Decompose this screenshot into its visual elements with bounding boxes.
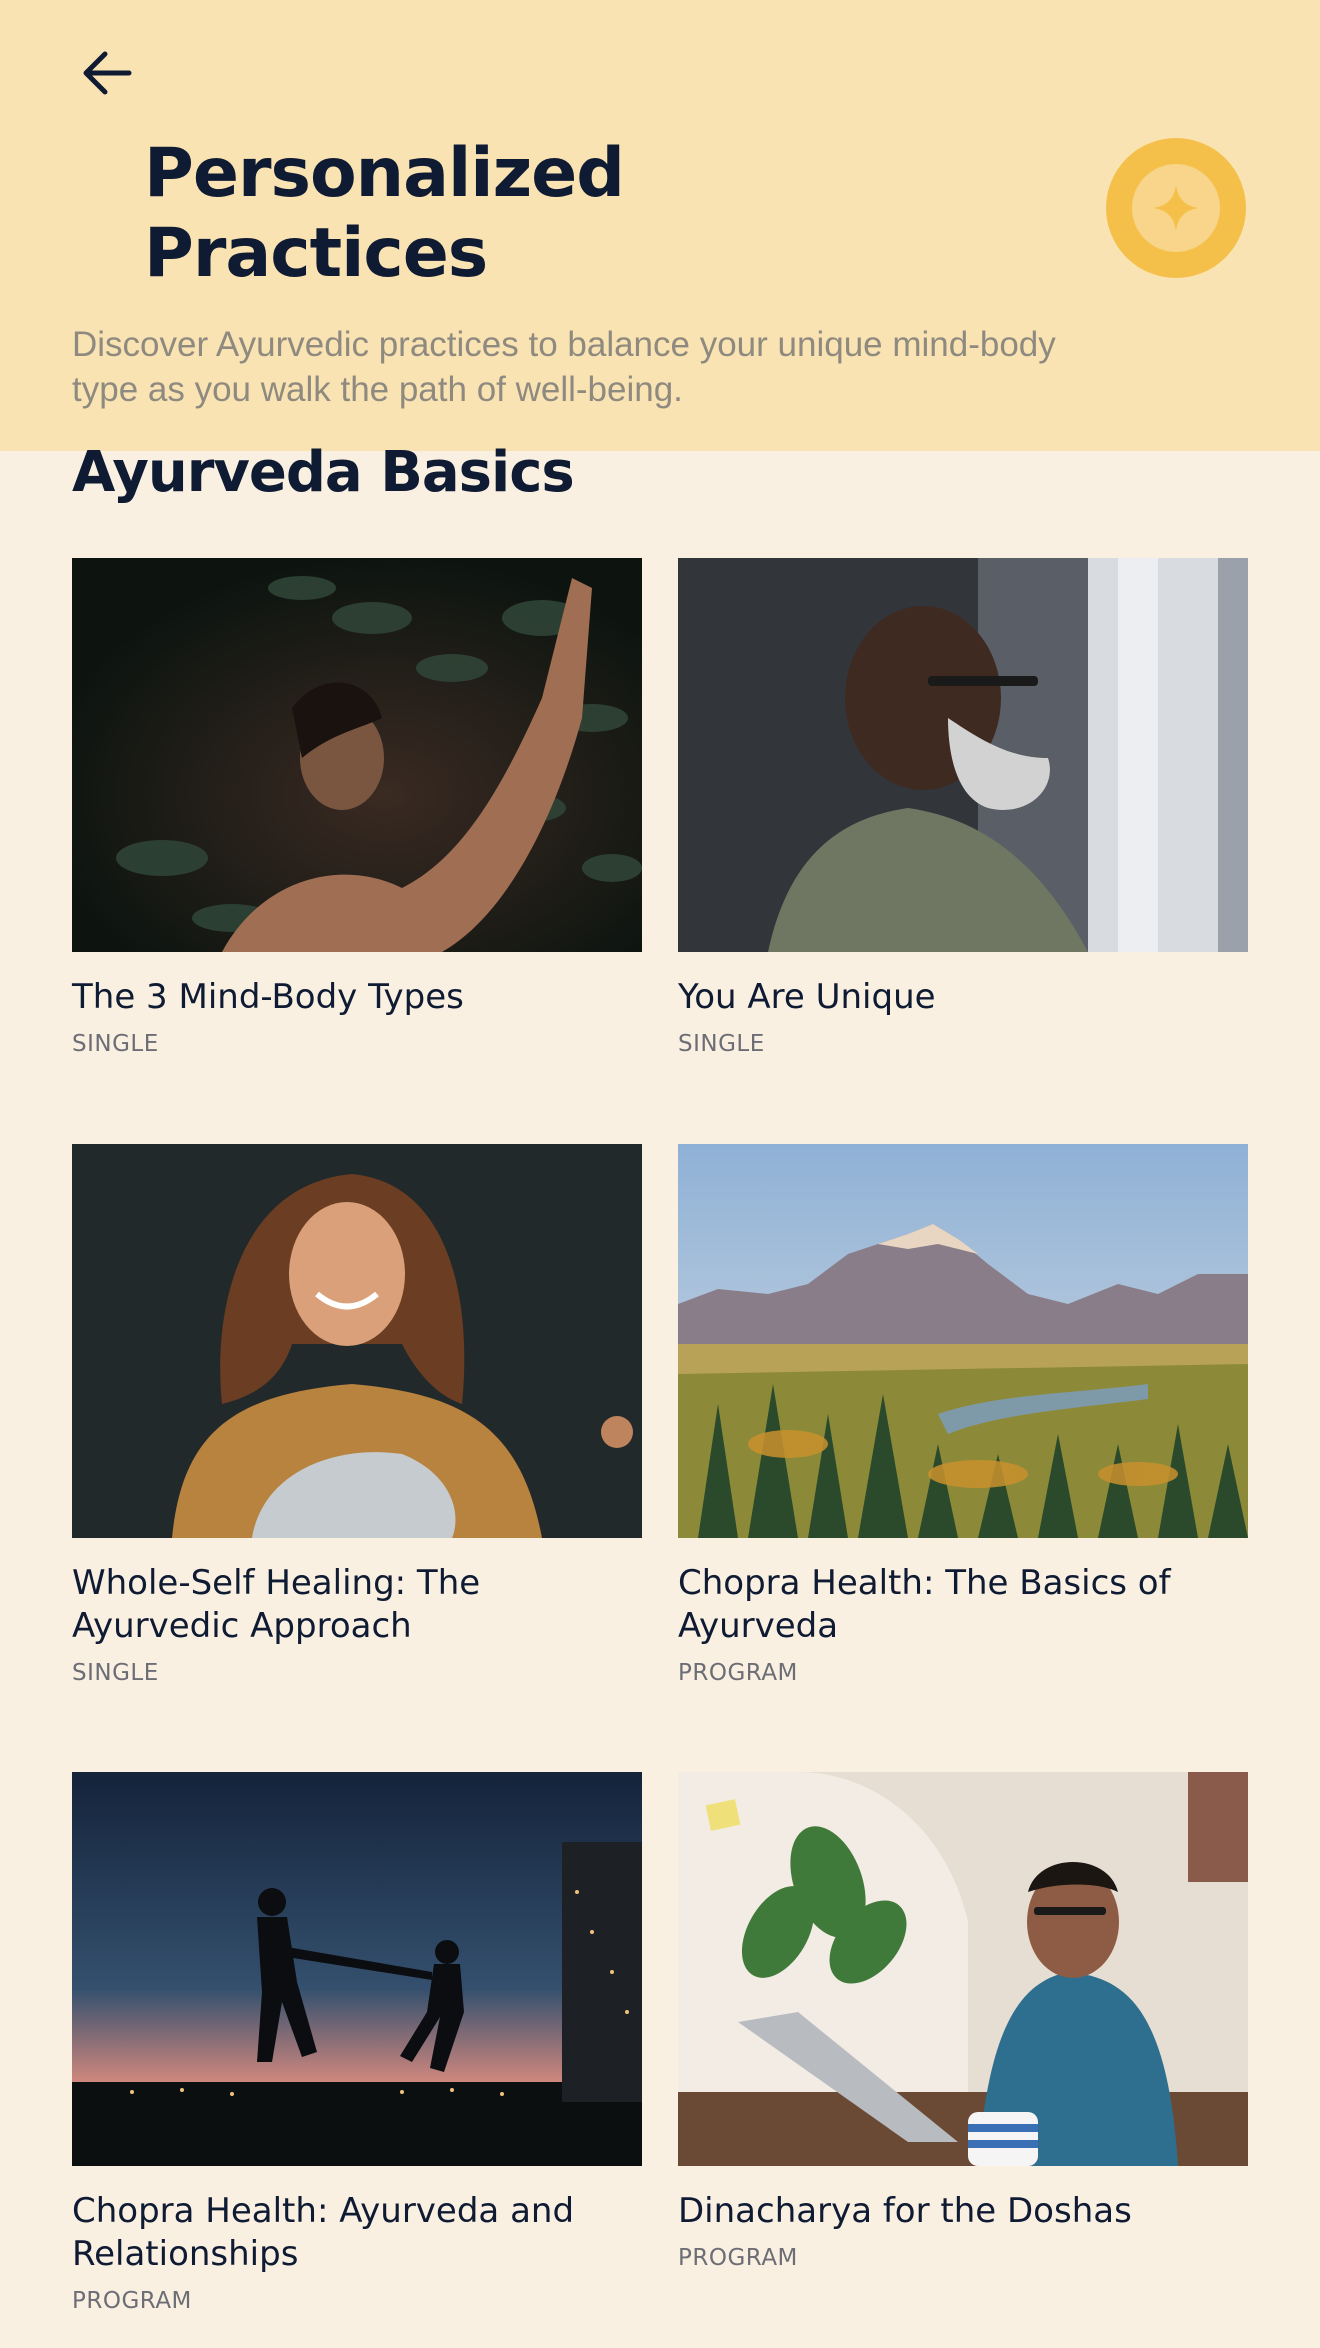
page-title-line2: Practices (144, 214, 488, 293)
card-title: Whole-Self Healing: The Ayurvedic Approa… (72, 1563, 481, 1646)
card-title: You Are Unique (678, 977, 936, 1017)
card-title: Chopra Health: The Basics of Ayurveda (678, 1563, 1171, 1646)
back-button[interactable] (72, 42, 142, 104)
sparkle-star-icon (1153, 185, 1199, 231)
section-title: Ayurveda Basics (72, 440, 575, 505)
page-subtitle: Discover Ayurvedic practices to balance … (72, 325, 1056, 409)
card-image-couple-silhouette-at-dusk (72, 1772, 642, 2166)
card-the-3-mind-body-types[interactable]: The 3 Mind-Body Types SINGLE (72, 558, 642, 1059)
card-type-label: PROGRAM (678, 2245, 798, 2271)
page-title: Personalized Practices (144, 134, 844, 294)
star-badge (1106, 138, 1246, 278)
card-type-label: PROGRAM (72, 2288, 192, 2314)
card-image-bearded-man-at-window (678, 558, 1248, 952)
card-chopra-health-ayurveda-relationships[interactable]: Chopra Health: Ayurveda and Relationship… (72, 1772, 642, 2316)
card-image-smiling-woman-with-blanket (72, 1144, 642, 1538)
arrow-left-icon (83, 51, 132, 95)
card-you-are-unique[interactable]: You Are Unique SINGLE (678, 558, 1248, 1059)
card-type-label: SINGLE (72, 1660, 159, 1686)
card-title: The 3 Mind-Body Types (72, 977, 464, 1017)
card-title: Dinacharya for the Doshas (678, 2191, 1132, 2231)
card-type-label: SINGLE (678, 1031, 765, 1057)
header: Personalized Practices Discover Ayurvedi… (0, 0, 1320, 451)
card-dinacharya-for-the-doshas[interactable]: Dinacharya for the Doshas PROGRAM (678, 1772, 1248, 2273)
card-image-man-working-on-laptop (678, 1772, 1248, 2166)
star-badge-inner (1132, 164, 1220, 252)
card-image-mountain-valley-landscape (678, 1144, 1248, 1538)
card-title: Chopra Health: Ayurveda and Relationship… (72, 2191, 575, 2274)
page-title-line1: Personalized (144, 134, 625, 213)
card-whole-self-healing[interactable]: Whole-Self Healing: The Ayurvedic Approa… (72, 1144, 642, 1688)
card-image-person-reaching-into-foliage (72, 558, 642, 952)
card-chopra-health-basics-of-ayurveda[interactable]: Chopra Health: The Basics of Ayurveda PR… (678, 1144, 1248, 1688)
card-type-label: PROGRAM (678, 1660, 798, 1686)
card-type-label: SINGLE (72, 1031, 159, 1057)
